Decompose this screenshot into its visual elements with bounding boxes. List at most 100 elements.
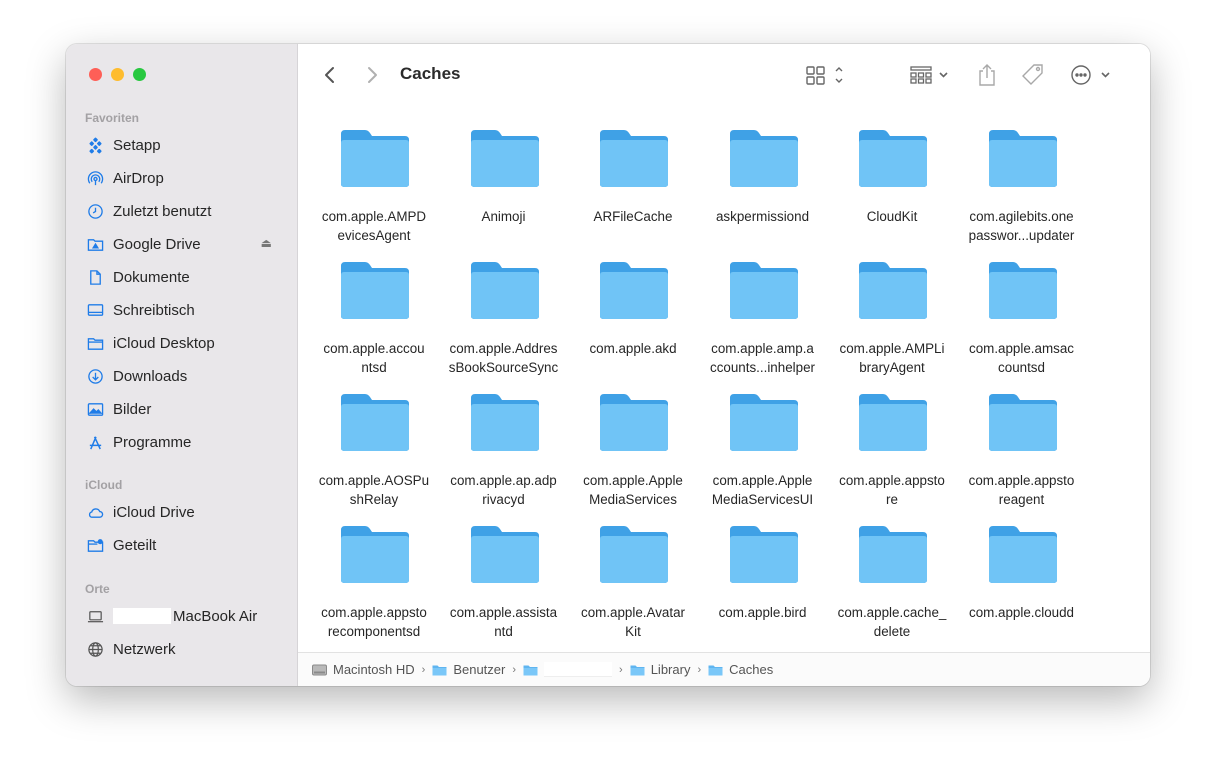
sidebar-item-label: Schreibtisch bbox=[113, 301, 195, 319]
minimize-button[interactable] bbox=[111, 68, 124, 81]
sidebar-item-google-drive[interactable]: Google Drive ⏏ bbox=[86, 233, 276, 255]
folder-item[interactable]: ARFileCache bbox=[570, 106, 696, 228]
path-label: Macintosh HD bbox=[333, 662, 415, 677]
folder-icon bbox=[729, 262, 798, 319]
sidebar-item-label: Netzwerk bbox=[113, 640, 176, 658]
folder-item[interactable]: com.apple.AOSPu shRelay bbox=[311, 370, 437, 507]
folder-item[interactable]: com.apple.appsto reagent bbox=[959, 370, 1085, 507]
path-item-benutzer[interactable]: Benutzer bbox=[432, 662, 505, 677]
folder-item[interactable]: com.apple.cloudd bbox=[959, 502, 1085, 624]
sidebar-item-label: Downloads bbox=[113, 367, 188, 385]
path-item-macintosh-hd[interactable]: Macintosh HD bbox=[312, 662, 415, 677]
path-item-library[interactable]: Library bbox=[630, 662, 690, 677]
sidebar-item-label: iCloud Desktop bbox=[113, 334, 215, 352]
folder-label-line: com.apple.appsto bbox=[968, 473, 1075, 488]
folder-item[interactable]: askpermissiond bbox=[700, 106, 826, 228]
folder-label: com.apple.cache_ delete bbox=[829, 603, 955, 641]
folder-label-line: com.apple.bird bbox=[718, 605, 807, 620]
download-icon bbox=[86, 367, 104, 385]
eject-icon[interactable]: ⏏ bbox=[261, 236, 272, 250]
folder-item[interactable]: com.apple.appsto re bbox=[829, 370, 955, 507]
folder-item[interactable]: com.apple.AMPD evicesAgent bbox=[311, 106, 437, 243]
folder-item[interactable]: com.apple.appsto recomponentsd bbox=[311, 502, 437, 639]
folder-item[interactable]: com.apple.Apple MediaServices bbox=[570, 370, 696, 507]
folder-icon bbox=[988, 526, 1057, 583]
folder-grid: com.apple.AMPD evicesAgent Animoji ARFileCa… bbox=[298, 106, 1150, 652]
folder-icon bbox=[432, 665, 447, 675]
folder-item[interactable]: com.apple.assista ntd bbox=[441, 502, 567, 639]
sidebar-item-pictures[interactable]: Bilder bbox=[86, 398, 276, 420]
folder-label: Animoji bbox=[441, 207, 567, 226]
folder-item[interactable]: com.apple.AMPLi braryAgent bbox=[829, 238, 955, 375]
tag-icon bbox=[1022, 64, 1043, 85]
folder-icon bbox=[729, 394, 798, 451]
sidebar-item-shared[interactable]: Geteilt bbox=[86, 534, 276, 556]
icloud-section-title: iCloud bbox=[85, 478, 123, 492]
more-actions-button[interactable] bbox=[1068, 62, 1114, 88]
drive-folder-icon bbox=[86, 235, 104, 253]
folder-item[interactable]: com.apple.amp.a ccounts...inhelper bbox=[700, 238, 826, 375]
share-icon bbox=[979, 64, 995, 86]
folder-label: com.apple.bird bbox=[700, 603, 826, 622]
forward-button[interactable] bbox=[360, 62, 384, 88]
path-item-user-home[interactable] bbox=[523, 662, 613, 677]
folder-label-line: com.apple.AMPD bbox=[321, 209, 427, 224]
redacted-name bbox=[113, 608, 171, 624]
sidebar-item-icloud-desktop[interactable]: iCloud Desktop bbox=[86, 332, 276, 354]
folder-icon bbox=[859, 130, 927, 187]
sidebar-item-icloud-drive[interactable]: iCloud Drive bbox=[86, 501, 276, 523]
folder-label: com.apple.cloudd bbox=[959, 603, 1085, 622]
folder-label-line: ARFileCache bbox=[593, 209, 673, 224]
sidebar-item-documents[interactable]: Dokumente bbox=[86, 266, 276, 288]
folder-item[interactable]: com.apple.accou ntsd bbox=[311, 238, 437, 375]
sidebar-item-desktop[interactable]: Schreibtisch bbox=[86, 299, 276, 321]
group-button[interactable] bbox=[908, 62, 954, 88]
folder-item[interactable]: com.agilebits.one passwor...updater bbox=[959, 106, 1085, 243]
folder-item[interactable]: com.apple.cache_ delete bbox=[829, 502, 955, 639]
sidebar-item-label: Google Drive bbox=[113, 235, 201, 253]
folder-label-line: recomponentsd bbox=[327, 624, 421, 639]
finder-window: Favoriten Setapp AirDrop Zuletzt benutzt… bbox=[66, 44, 1150, 686]
folder-icon bbox=[729, 526, 798, 583]
folder-label-line: com.apple.ap.adp bbox=[450, 473, 557, 488]
folder-label-line: com.apple.Addres bbox=[449, 341, 558, 356]
folder-label-line: com.apple.amp.a bbox=[711, 341, 814, 356]
share-button[interactable] bbox=[974, 62, 1000, 88]
sidebar-item-macbook[interactable]: MacBook Air bbox=[86, 605, 276, 627]
sidebar-item-airdrop[interactable]: AirDrop bbox=[86, 167, 276, 189]
folder-icon bbox=[729, 130, 798, 187]
folder-item[interactable]: com.apple.Apple MediaServicesUI bbox=[700, 370, 826, 507]
folder-item[interactable]: com.apple.bird bbox=[700, 502, 826, 624]
sidebar-item-applications[interactable]: Programme bbox=[86, 431, 276, 453]
folder-item[interactable]: com.apple.ap.adp rivacyd bbox=[441, 370, 567, 507]
folder-icon bbox=[341, 130, 409, 187]
folder-item[interactable]: com.apple.amsac countsd bbox=[959, 238, 1085, 375]
folder-label-line: CloudKit bbox=[866, 209, 918, 224]
close-button[interactable] bbox=[89, 68, 102, 81]
folder-item[interactable]: com.apple.Avatar Kit bbox=[570, 502, 696, 639]
folder-item[interactable]: CloudKit bbox=[829, 106, 955, 228]
sidebar-item-network[interactable]: Netzwerk bbox=[86, 638, 276, 660]
tag-button[interactable] bbox=[1018, 62, 1048, 88]
folder-label-line: delete bbox=[873, 624, 911, 639]
traffic-lights bbox=[89, 68, 146, 81]
path-bar: Macintosh HD › Benutzer › › Library › Ca… bbox=[298, 652, 1150, 686]
sidebar-item-setapp[interactable]: Setapp bbox=[86, 134, 276, 156]
path-item-caches[interactable]: Caches bbox=[708, 662, 773, 677]
folder-label: CloudKit bbox=[829, 207, 955, 226]
airdrop-icon bbox=[86, 169, 104, 187]
document-icon bbox=[86, 268, 104, 286]
folder-label: ARFileCache bbox=[570, 207, 696, 226]
folder-item[interactable]: com.apple.Addres sBookSourceSync bbox=[441, 238, 567, 375]
window-title: Caches bbox=[400, 64, 461, 83]
folder-label: com.apple.akd bbox=[570, 339, 696, 358]
zoom-button[interactable] bbox=[133, 68, 146, 81]
folder-icon bbox=[341, 394, 409, 451]
view-mode-button[interactable] bbox=[804, 62, 848, 88]
folder-icon bbox=[988, 130, 1057, 187]
back-button[interactable] bbox=[318, 62, 342, 88]
folder-item[interactable]: Animoji bbox=[441, 106, 567, 228]
sidebar-item-recents[interactable]: Zuletzt benutzt bbox=[86, 200, 276, 222]
sidebar-item-downloads[interactable]: Downloads bbox=[86, 365, 276, 387]
folder-item[interactable]: com.apple.akd bbox=[570, 238, 696, 360]
